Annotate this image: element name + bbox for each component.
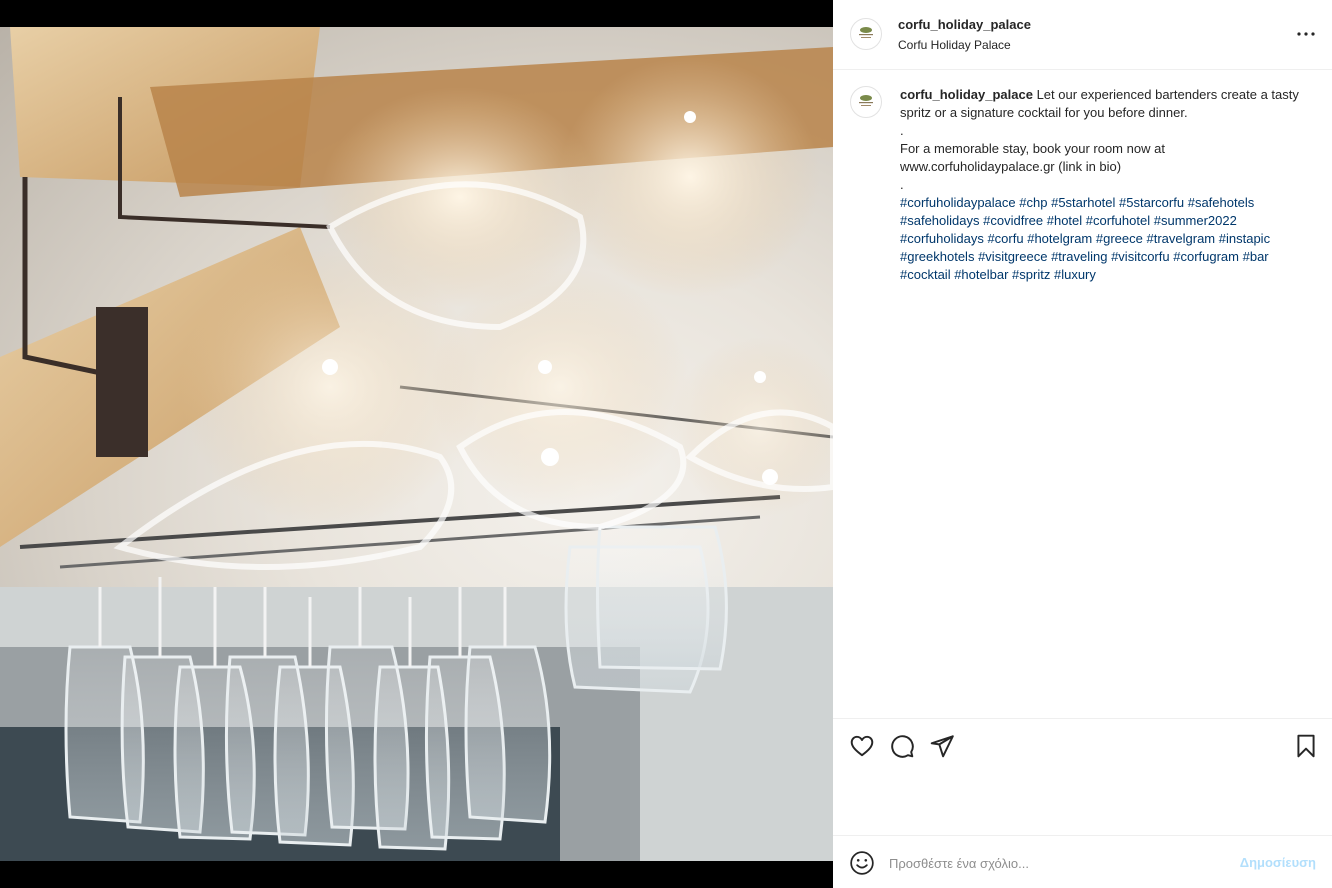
- caption-dot-1: .: [900, 123, 904, 138]
- caption-line-2: For a memorable stay, book your room now…: [900, 141, 1165, 174]
- media-pane: [0, 0, 833, 888]
- post-actions: [833, 718, 1332, 835]
- paper-plane-icon[interactable]: [929, 733, 955, 759]
- emoji-icon[interactable]: [849, 850, 875, 876]
- more-horizontal-icon[interactable]: [1294, 22, 1318, 46]
- hashtag-link[interactable]: #chp: [1019, 195, 1047, 210]
- hashtag-link[interactable]: #greekhotels: [900, 249, 974, 264]
- hashtag-link[interactable]: #cocktail: [900, 267, 951, 282]
- hashtag-link[interactable]: #5starhotel: [1051, 195, 1115, 210]
- hashtag-link[interactable]: #traveling: [1051, 249, 1107, 264]
- hashtag-link[interactable]: #covidfree: [983, 213, 1043, 228]
- hashtag-link[interactable]: #visitcorfu: [1111, 249, 1170, 264]
- comment-bar: Δημοσίευση: [833, 835, 1332, 888]
- caption-username[interactable]: corfu_holiday_palace: [900, 87, 1033, 102]
- hashtag-link[interactable]: #corfu: [987, 231, 1023, 246]
- hashtag-link[interactable]: #instapic: [1219, 231, 1270, 246]
- hashtag-link[interactable]: #corfuhotel: [1086, 213, 1150, 228]
- hashtag-link[interactable]: #corfuholidaypalace: [900, 195, 1016, 210]
- hotel-logo-icon: [859, 27, 873, 38]
- post-side-panel: corfu_holiday_palace Corfu Holiday Palac…: [833, 0, 1332, 888]
- post-location[interactable]: Corfu Holiday Palace: [898, 38, 1011, 52]
- comment-icon[interactable]: [889, 733, 915, 759]
- bookmark-icon[interactable]: [1293, 733, 1319, 759]
- hashtag-link[interactable]: #5starcorfu: [1119, 195, 1184, 210]
- hashtag-link[interactable]: #hotelgram: [1027, 231, 1092, 246]
- heart-icon[interactable]: [849, 733, 875, 759]
- post-header: corfu_holiday_palace Corfu Holiday Palac…: [833, 0, 1332, 70]
- hashtag-link[interactable]: #bar: [1243, 249, 1269, 264]
- caption-dot-2: .: [900, 177, 904, 192]
- bar-glasses-image: [0, 27, 833, 861]
- hashtag-link[interactable]: #safehotels: [1188, 195, 1255, 210]
- hashtag-link[interactable]: #travelgram: [1147, 231, 1216, 246]
- hashtag-link[interactable]: #hotel: [1047, 213, 1082, 228]
- hashtag-link[interactable]: #luxury: [1054, 267, 1096, 282]
- avatar[interactable]: [850, 18, 882, 50]
- hashtag-list: #corfuholidaypalace #chp #5starhotel #5s…: [900, 194, 1315, 284]
- post-photo[interactable]: [0, 27, 833, 861]
- hashtag-link[interactable]: #visitgreece: [978, 249, 1047, 264]
- comment-input[interactable]: [889, 850, 1219, 876]
- hashtag-link[interactable]: #corfuholidays: [900, 231, 984, 246]
- post-comment-button[interactable]: Δημοσίευση: [1240, 855, 1316, 870]
- caption-text: corfu_holiday_palace Let our experienced…: [900, 86, 1315, 284]
- hashtag-link[interactable]: #spritz: [1012, 267, 1050, 282]
- hashtag-link[interactable]: #greece: [1096, 231, 1143, 246]
- post-caption: corfu_holiday_palace Let our experienced…: [833, 70, 1332, 718]
- hashtag-link[interactable]: #summer2022: [1154, 213, 1237, 228]
- caption-avatar[interactable]: [850, 86, 882, 118]
- hashtag-link[interactable]: #corfugram: [1173, 249, 1239, 264]
- hotel-logo-icon: [859, 95, 873, 106]
- hashtag-link[interactable]: #safeholidays: [900, 213, 980, 228]
- hashtag-link[interactable]: #hotelbar: [954, 267, 1008, 282]
- post-author-username[interactable]: corfu_holiday_palace: [898, 17, 1031, 32]
